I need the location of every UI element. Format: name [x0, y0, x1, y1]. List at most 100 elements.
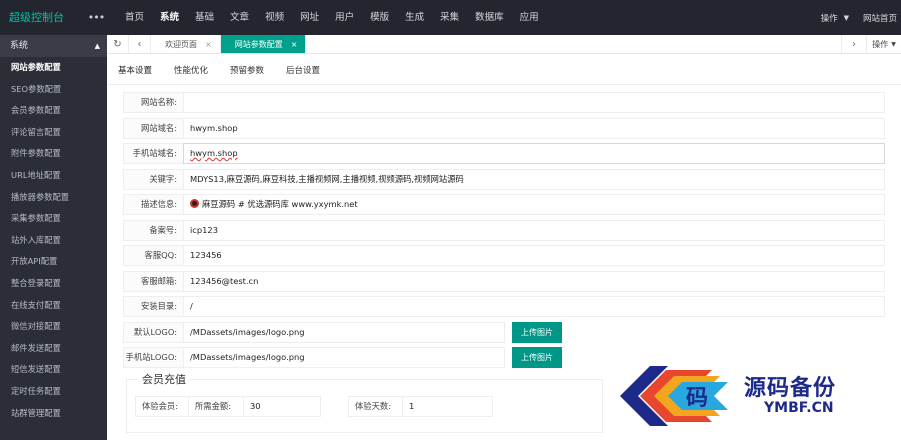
sidebar-item-payment-config[interactable]: 在线支付配置: [0, 295, 107, 317]
tab-admin-settings[interactable]: 后台设置: [275, 55, 331, 84]
top-nav-item-home[interactable]: 首页: [117, 0, 152, 35]
tab-reserved-params[interactable]: 预留参数: [219, 55, 275, 84]
menu-toggle-icon[interactable]: •••: [85, 11, 107, 24]
tab-welcome[interactable]: 欢迎页面 ×: [151, 35, 221, 53]
sidebar-item-sitegroup-config[interactable]: 站群管理配置: [0, 403, 107, 425]
form-row-icp: 备案号: icp123: [123, 219, 885, 241]
sidebar-item-email-config[interactable]: 邮件发送配置: [0, 338, 107, 360]
tab-performance[interactable]: 性能优化: [163, 55, 219, 84]
site-home-link[interactable]: 网站首页: [855, 12, 901, 24]
sidebar-group-title: 系统: [10, 41, 29, 51]
sidebar-item-sms-config[interactable]: 短信发送配置: [0, 359, 107, 381]
caret-down-icon: ▼: [843, 13, 849, 22]
chevron-right-icon[interactable]: ›: [841, 35, 867, 53]
form-row-qq: 客服QQ: 123456: [123, 245, 885, 266]
description-input[interactable]: 麻豆源码 # 优选源码库 www.yxymk.net: [183, 194, 885, 215]
sidebar-item-player-config[interactable]: 播放器参数配置: [0, 187, 107, 209]
sidebar-item-import-config[interactable]: 站外入库配置: [0, 230, 107, 252]
vip-trial-row: 体验会员: 所需金额: 30 体验天数: 1: [135, 396, 493, 417]
sidebar-item-seo-config[interactable]: SEO参数配置: [0, 79, 107, 101]
keywords-input[interactable]: MDYS13,麻豆源码,麻豆科技,主播视频网,主播视频,视频源码,视频网站源码: [183, 168, 885, 190]
sidebar-item-site-config[interactable]: 网站参数配置: [0, 57, 107, 79]
top-nav-item-user[interactable]: 用户: [327, 0, 362, 35]
form-row-email: 客服邮箱: 123456@test.cn: [123, 270, 885, 292]
qq-label: 客服QQ:: [123, 245, 183, 266]
form-row-install-dir: 安装目录: /: [123, 296, 885, 317]
upload-mobile-logo-button[interactable]: 上传图片: [512, 347, 562, 368]
icp-label: 备案号:: [123, 219, 183, 241]
mobile-logo-label: 手机站LOGO:: [123, 347, 183, 368]
days-input[interactable]: 1: [403, 396, 493, 417]
email-field[interactable]: 123456@test.cn: [183, 270, 885, 292]
top-bar: 超级控制台 ••• 首页 系统 基础 文章 视频 网址 用户 模版 生成 采集 …: [0, 0, 901, 35]
top-nav-item-video[interactable]: 视频: [257, 0, 292, 35]
qq-input[interactable]: 123456: [183, 245, 885, 266]
close-icon[interactable]: ×: [291, 40, 298, 49]
top-nav-item-system[interactable]: 系统: [152, 0, 187, 35]
amount-input[interactable]: 30: [244, 396, 321, 417]
caret-down-icon: ▼: [891, 40, 896, 48]
tab-site-config-label: 网站参数配置: [234, 39, 283, 49]
form-row-site-domain: 网站域名: hwym.shop: [123, 117, 885, 139]
site-domain-input[interactable]: hwym.shop: [183, 117, 885, 139]
tab-operate-label: 操作: [872, 39, 889, 49]
sidebar-item-collect-config[interactable]: 采集参数配置: [0, 208, 107, 230]
trial-member-label: 体验会员:: [135, 396, 189, 417]
caret-up-icon: ▲: [94, 42, 100, 50]
mobile-domain-input[interactable]: hwym.shop: [183, 143, 885, 164]
amount-label: 所需金额:: [189, 396, 244, 417]
mobile-logo-path-input[interactable]: /MDassets/images/logo.png: [183, 347, 505, 368]
sidebar-item-login-config[interactable]: 整合登录配置: [0, 273, 107, 295]
tab-welcome-label: 欢迎页面: [165, 39, 197, 49]
top-nav-item-collect[interactable]: 采集: [432, 0, 467, 35]
settings-tabs: 基本设置 性能优化 预留参数 后台设置: [107, 55, 901, 85]
sidebar-item-api-config[interactable]: 开放API配置: [0, 251, 107, 273]
sidebar-item-member-config[interactable]: 会员参数配置: [0, 100, 107, 122]
tab-site-config[interactable]: 网站参数配置 ×: [220, 35, 307, 53]
top-nav: 首页 系统 基础 文章 视频 网址 用户 模版 生成 采集 数据库 应用: [117, 0, 547, 35]
site-name-label: 网站名称:: [123, 92, 183, 113]
description-label: 描述信息:: [123, 194, 183, 215]
devil-emoji-icon: [190, 199, 199, 208]
sidebar-group-header[interactable]: 系统 ▲: [0, 35, 107, 57]
close-icon[interactable]: ×: [205, 40, 212, 49]
form-row-description: 描述信息: 麻豆源码 # 优选源码库 www.yxymk.net: [123, 194, 885, 215]
top-nav-item-database[interactable]: 数据库: [467, 0, 512, 35]
tab-operate-dropdown[interactable]: 操作 ▼: [867, 35, 901, 53]
email-label: 客服邮箱:: [123, 270, 183, 292]
site-name-input[interactable]: [183, 92, 885, 113]
app-brand[interactable]: 超级控制台: [0, 0, 85, 35]
sidebar-item-comment-config[interactable]: 评论留言配置: [0, 122, 107, 144]
top-operate-dropdown[interactable]: 操作 ▼: [821, 12, 855, 24]
upload-logo-button[interactable]: 上传图片: [512, 321, 562, 343]
vip-recharge-legend: 会员充值: [138, 371, 190, 387]
top-nav-item-generate[interactable]: 生成: [397, 0, 432, 35]
tab-basic-settings[interactable]: 基本设置: [107, 55, 163, 84]
top-nav-item-article[interactable]: 文章: [222, 0, 257, 35]
sidebar-item-url-config[interactable]: URL地址配置: [0, 165, 107, 187]
top-nav-item-template[interactable]: 模版: [362, 0, 397, 35]
form-row-keywords: 关键字: MDYS13,麻豆源码,麻豆科技,主播视频网,主播视频,视频源码,视频…: [123, 168, 885, 190]
logo-label: 默认LOGO:: [123, 321, 183, 343]
top-nav-item-apps[interactable]: 应用: [512, 0, 547, 35]
sidebar-item-wechat-config[interactable]: 微信对接配置: [0, 316, 107, 338]
mobile-domain-label: 手机站域名:: [123, 143, 183, 164]
top-nav-item-basic[interactable]: 基础: [187, 0, 222, 35]
form-row-site-name: 网站名称:: [123, 92, 885, 113]
refresh-icon[interactable]: ↻: [107, 35, 129, 53]
top-operate-label: 操作: [820, 13, 838, 24]
sidebar-item-cron-config[interactable]: 定时任务配置: [0, 381, 107, 403]
form-row-logo: 默认LOGO: /MDassets/images/logo.png 上传图片: [123, 321, 885, 343]
chevron-left-icon[interactable]: ‹: [129, 35, 151, 53]
icp-input[interactable]: icp123: [183, 219, 885, 241]
sidebar-item-attachment-config[interactable]: 附件参数配置: [0, 143, 107, 165]
keywords-label: 关键字:: [123, 168, 183, 190]
watermark-logo-char: 码: [686, 385, 708, 411]
install-dir-input[interactable]: /: [183, 296, 885, 317]
site-domain-label: 网站域名:: [123, 117, 183, 139]
logo-path-input[interactable]: /MDassets/images/logo.png: [183, 321, 505, 343]
install-dir-label: 安装目录:: [123, 296, 183, 317]
vip-recharge-section: 会员充值 体验会员: 所需金额: 30 体验天数: 1: [126, 371, 603, 433]
top-nav-item-url[interactable]: 网址: [292, 0, 327, 35]
top-right-actions: 操作 ▼ 网站首页: [821, 0, 901, 35]
